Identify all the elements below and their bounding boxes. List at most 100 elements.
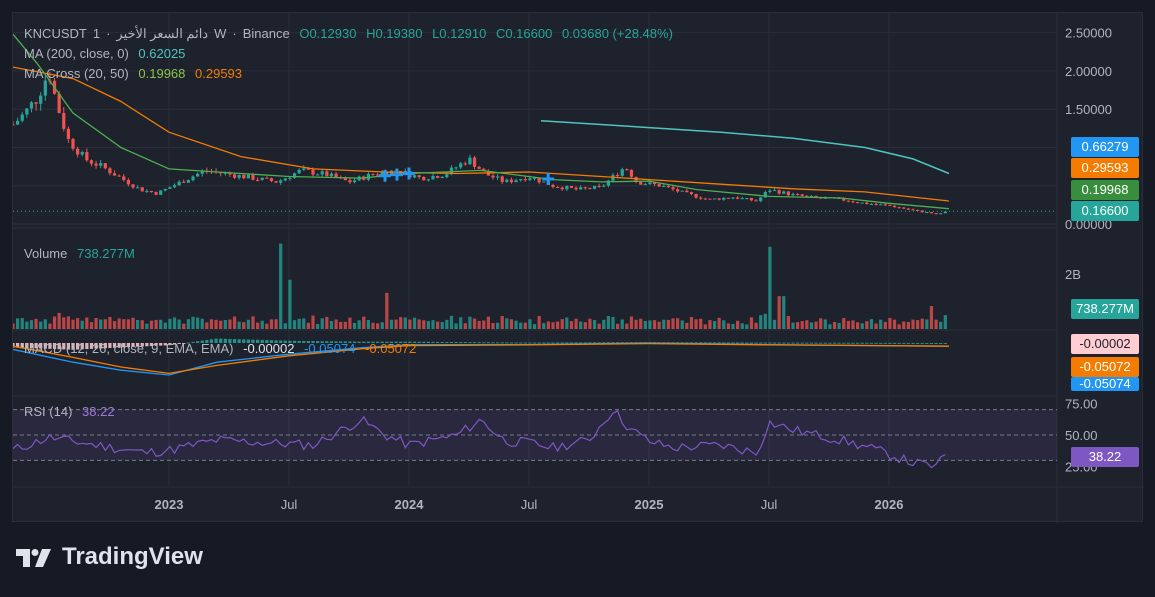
volume-bar xyxy=(542,323,546,329)
volume-bar xyxy=(145,323,149,329)
macd-legend[interactable]: MACD (12, 26, close, 9, EMA, EMA) -0.000… xyxy=(24,341,422,356)
candle-body xyxy=(560,187,564,190)
volume-bar xyxy=(851,320,855,329)
volume-bar xyxy=(394,319,398,329)
candle-body xyxy=(754,200,758,202)
candle-body xyxy=(122,176,126,180)
volume-bar xyxy=(163,322,167,329)
volume-bar xyxy=(223,319,227,329)
volume-bar xyxy=(703,324,707,329)
macd-histogram-bar xyxy=(717,342,721,344)
candle-body xyxy=(671,187,675,190)
volume-bar xyxy=(431,320,435,329)
candle-body xyxy=(445,174,449,177)
candle-body xyxy=(551,184,555,187)
candle-body xyxy=(897,207,901,209)
fast-ma-price-tag: 0.19968 xyxy=(1071,180,1139,200)
candle-body xyxy=(662,185,666,187)
candle-body xyxy=(745,198,749,200)
volume-bar xyxy=(426,321,430,329)
macd-histogram-bar xyxy=(939,342,943,344)
macd-label: MACD (12, 26, close, 9, EMA, EMA) xyxy=(24,341,234,356)
volume-bar xyxy=(588,318,592,329)
macd-histogram-bar xyxy=(906,342,910,344)
volume-bar xyxy=(445,319,449,329)
volume-bar xyxy=(611,316,615,329)
candle-body xyxy=(283,178,287,181)
volume-bar xyxy=(117,318,121,329)
candle-body xyxy=(879,204,883,206)
volume-bar xyxy=(726,323,730,329)
tradingview-logo[interactable]: TradingView xyxy=(14,543,203,571)
macd-histogram-bar xyxy=(574,342,578,344)
volume-bar xyxy=(943,315,947,329)
macd-histogram-bar xyxy=(911,342,915,344)
candle-body xyxy=(759,197,763,202)
macross-legend[interactable]: MA Cross (20, 50) 0.19968 0.29593 xyxy=(24,66,248,81)
volume-tick-label: 2B xyxy=(1065,267,1081,282)
volume-bar xyxy=(929,306,934,329)
candle-body xyxy=(519,179,523,181)
macd-histogram-bar xyxy=(754,342,758,344)
volume-bar xyxy=(25,321,29,329)
volume-bar xyxy=(537,315,541,329)
ma200-legend[interactable]: MA (200, close, 0) 0.62025 xyxy=(24,46,191,61)
volume-bar xyxy=(454,323,458,329)
volume-bar xyxy=(366,319,370,329)
separator: · xyxy=(106,26,111,41)
volume-bar xyxy=(459,317,463,329)
macross-slow-value: 0.29593 xyxy=(195,66,243,81)
candle-body xyxy=(708,198,712,200)
chart-svg[interactable]: 2023 Jul 2024 Jul 2025 Jul 2026 2.50000 2.00000 1… xyxy=(11,13,1144,523)
time-tick-label: 2026 xyxy=(875,497,904,512)
volume-bar xyxy=(279,243,283,329)
candle-body xyxy=(348,180,352,183)
macd-histogram-bar xyxy=(823,342,827,344)
macd-histogram-bar xyxy=(865,342,869,344)
candle-body xyxy=(768,190,772,192)
macd-histogram-bar xyxy=(897,342,901,344)
volume-bar xyxy=(325,316,329,329)
macd-histogram-bar xyxy=(486,342,490,344)
volume-bar xyxy=(796,322,800,329)
volume-bar xyxy=(902,321,906,329)
rsi-layer xyxy=(12,409,1057,469)
macd-histogram-bar xyxy=(426,341,430,343)
candle-body xyxy=(62,112,66,129)
candle-body xyxy=(934,213,938,215)
time-tick-label: Jul xyxy=(521,497,538,512)
candle-body xyxy=(422,176,426,181)
volume-tag: 738.277M xyxy=(1071,299,1139,319)
volume-value: 738.277M xyxy=(77,246,135,261)
candle-body xyxy=(569,185,574,188)
candle-body xyxy=(256,179,260,181)
chart-container[interactable]: 2023 Jul 2024 Jul 2025 Jul 2026 2.50000 2.00000 1… xyxy=(11,12,1144,523)
volume-bar xyxy=(177,319,181,329)
volume-bar xyxy=(357,320,361,329)
candle-body xyxy=(186,180,190,183)
candle-body xyxy=(108,168,112,174)
volume-bar xyxy=(343,321,347,329)
candle-body xyxy=(311,169,315,175)
volume-bar xyxy=(11,323,15,329)
macd-hist-value: -0.00002 xyxy=(243,341,295,356)
rsi-legend[interactable]: RSI (14) 38.22 xyxy=(24,404,121,419)
volume-bar xyxy=(251,316,255,329)
volume-legend[interactable]: Volume 738.277M xyxy=(24,246,141,261)
macross-fast-value: 0.19968 xyxy=(138,66,186,81)
volume-bar xyxy=(786,316,790,329)
macd-histogram-bar xyxy=(828,342,832,344)
volume-bar xyxy=(182,323,186,329)
volume-bar xyxy=(412,317,417,329)
macd-histogram-bar xyxy=(814,342,818,344)
volume-bar xyxy=(94,318,98,329)
macd-histogram-bar xyxy=(712,342,717,344)
candle-body xyxy=(542,181,546,183)
macd-signal-value: -0.05072 xyxy=(365,341,417,356)
candle-body xyxy=(616,175,620,177)
macd-histogram-bar xyxy=(925,342,929,344)
volume-bar xyxy=(159,319,163,329)
volume-bar xyxy=(569,321,574,329)
macd-line-value: -0.05074 xyxy=(304,341,356,356)
symbol-legend[interactable]: KNCUSDT 1 · دائم السعر الأخير W · Binance O0.1… xyxy=(24,26,679,42)
